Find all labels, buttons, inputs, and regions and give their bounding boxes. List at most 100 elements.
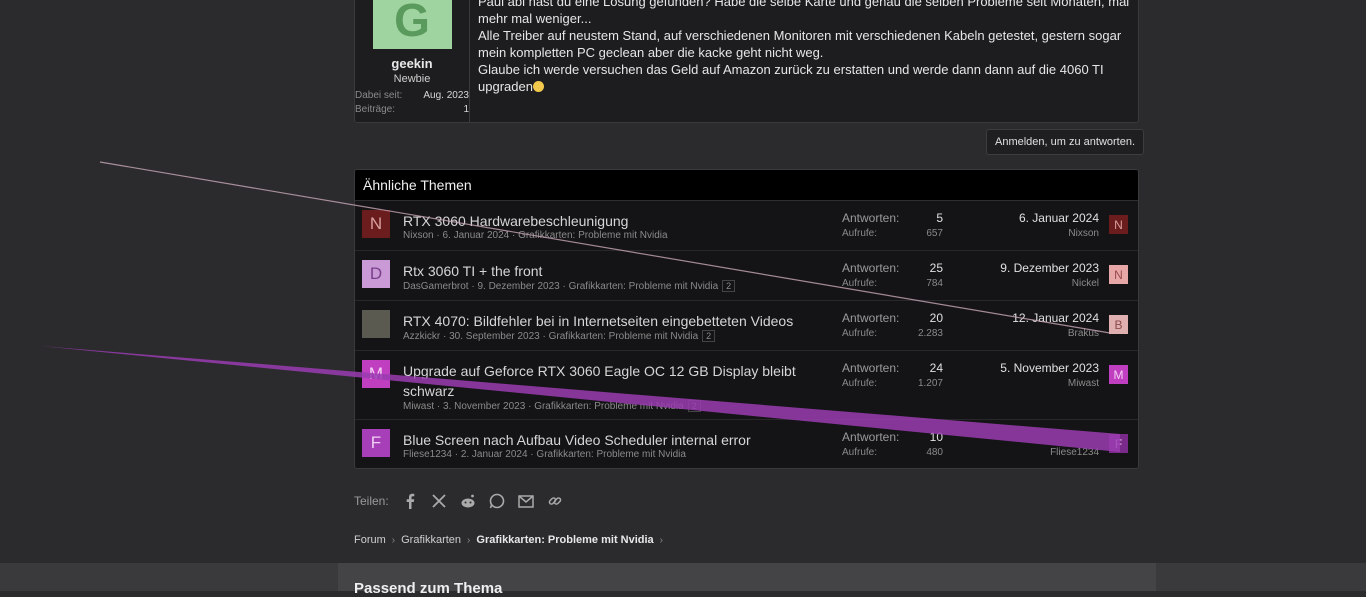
answers-count: 25 [929,261,943,275]
user-name[interactable]: geekin [391,56,432,71]
login-to-reply-button[interactable]: Anmelden, um zu antworten. [986,129,1145,155]
thread-avatar[interactable]: M [362,360,390,388]
stat-key: Dabei seit: [355,90,403,101]
last-post-avatar[interactable]: F [1109,434,1128,453]
post-line: Paul abi hast du eine Lösung gefunden? H… [478,0,1130,26]
x-icon[interactable] [430,492,448,510]
answers-count: 24 [929,361,943,375]
thread-date[interactable]: 6. Januar 2024 [442,230,509,241]
breadcrumb-item[interactable]: Forum [354,534,386,546]
thread-date[interactable]: 30. September 2023 [449,331,540,342]
answers-label: Antworten: [842,361,900,375]
share-label: Teilen: [354,494,389,508]
thread-author[interactable]: Azzkickr [403,331,440,342]
thread-meta: DasGamerbrot · 9. Dezember 2023 · Grafik… [403,280,736,292]
thread-forum[interactable]: Grafikkarten: Probleme mit Nvidia [518,230,668,241]
thread-page-link[interactable]: 2 [722,280,736,292]
facebook-icon[interactable] [401,492,419,510]
last-post-avatar[interactable]: N [1109,265,1128,284]
post-line: Glaube ich werde versuchen das Geld auf … [478,61,1130,95]
thread-avatar[interactable]: F [362,429,390,457]
breadcrumb-item[interactable]: Grafikkarten [401,534,461,546]
views-label: Aufrufe: [842,447,878,458]
last-post-avatar[interactable]: M [1109,365,1128,384]
answers-label: Antworten: [842,211,900,225]
thread-meta: Nixson · 6. Januar 2024 · Grafikkarten: … [403,230,668,241]
thread-row[interactable]: F Blue Screen nach Aufbau Video Schedule… [355,420,1138,468]
post-user-info: G geekin Newbie Dabei seit: Aug. 2023 Bei… [355,0,470,122]
thread-author[interactable]: DasGamerbrot [403,281,469,292]
views-label: Aufrufe: [842,328,878,339]
thread-page-link[interactable]: 2 [702,330,716,342]
thread-title[interactable]: RTX 4070: Bildfehler bei in Internetseit… [403,311,803,331]
user-avatar[interactable]: G [372,0,452,49]
thread-title[interactable]: RTX 3060 Hardwarebeschleunigung [403,211,803,231]
last-post-user[interactable]: Miwast [1068,378,1099,389]
last-post-date[interactable]: 5. November 2023 [1000,361,1099,375]
answers-label: Antworten: [842,430,900,444]
thread-date[interactable]: 3. November 2023 [443,401,525,412]
chevron-right-icon: › [391,534,396,546]
thread-row[interactable]: D Rtx 3060 TI + the front DasGamerbrot ·… [355,251,1138,301]
thread-date[interactable]: 2. Januar 2024 [461,449,528,460]
thread-author[interactable]: Nixson [403,230,434,241]
thread-author[interactable]: Fliese1234 [403,449,452,460]
link-icon[interactable] [546,492,564,510]
thread-meta: Miwast · 3. November 2023 · Grafikkarten… [403,400,701,412]
thread-forum[interactable]: Grafikkarten: Probleme mit Nvidia [536,449,686,460]
thread-title[interactable]: Rtx 3060 TI + the front [403,261,803,281]
views-label: Aufrufe: [842,228,878,239]
post-message: G geekin Newbie Dabei seit: Aug. 2023 Bei… [354,0,1139,123]
thread-avatar[interactable] [362,310,390,338]
views-count: 784 [926,278,943,289]
answers-count: 20 [929,311,943,325]
last-post-date[interactable]: 6. Januar 2024 [1019,211,1099,225]
chevron-right-icon: › [467,534,471,546]
thread-row[interactable]: RTX 4070: Bildfehler bei in Internetseit… [355,301,1138,351]
last-post-user[interactable]: Fliese1234 [1050,447,1099,458]
post-line: Alle Treiber auf neustem Stand, auf vers… [478,28,1122,60]
similar-threads-title: Ähnliche Themen [355,170,1138,201]
stat-value: 1 [463,104,469,115]
thread-forum[interactable]: Grafikkarten: Probleme mit Nvidia [549,331,699,342]
user-stats: Dabei seit: Aug. 2023 Beiträge: 1 [355,90,469,118]
post-body: Paul abi hast du eine Lösung gefunden? H… [470,0,1138,122]
thread-row[interactable]: N RTX 3060 Hardwarebeschleunigung Nixson… [355,201,1138,251]
last-post-user[interactable]: Brakus [1068,328,1099,339]
last-post-user[interactable]: Nickel [1072,278,1099,289]
related-section-title: Passend zum Thema [354,580,503,597]
thread-date[interactable]: 9. Dezember 2023 [477,281,559,292]
last-post-date[interactable]: 12. Januar 2024 [1012,311,1099,325]
thread-meta: Azzkickr · 30. September 2023 · Grafikka… [403,330,716,342]
thread-author[interactable]: Miwast [403,401,434,412]
stat-key: Beiträge: [355,104,396,115]
thread-row[interactable]: M Upgrade auf Geforce RTX 3060 Eagle OC … [355,351,1138,420]
reddit-icon[interactable] [459,492,477,510]
chevron-right-icon: › [659,534,664,546]
thread-page-link[interactable]: 2 [687,400,701,412]
views-label: Aufrufe: [842,278,878,289]
last-post-avatar[interactable]: N [1109,215,1128,234]
thread-avatar[interactable]: D [362,260,390,288]
views-count: 1.207 [917,378,943,389]
thread-title[interactable]: Blue Screen nach Aufbau Video Scheduler … [403,430,803,450]
thread-forum[interactable]: Grafikkarten: Probleme mit Nvidia [534,401,684,412]
thread-forum[interactable]: Grafikkarten: Probleme mit Nvidia [569,281,719,292]
stat-value: Aug. 2023 [423,90,469,101]
thread-avatar[interactable]: N [362,210,390,238]
breadcrumb-item-current[interactable]: Grafikkarten: Probleme mit Nvidia [476,534,653,546]
answers-count: 5 [936,211,943,225]
whatsapp-icon[interactable] [488,492,506,510]
breadcrumb: Forum › Grafikkarten › Grafikkarten: Pro… [354,534,669,546]
thread-title[interactable]: Upgrade auf Geforce RTX 3060 Eagle OC 12… [403,361,803,401]
views-count: 657 [926,228,943,239]
last-post-avatar[interactable]: B [1109,315,1128,334]
last-post-user[interactable]: Nixson [1068,228,1099,239]
views-count: 480 [926,447,943,458]
views-count: 2.283 [917,328,943,339]
answers-count: 10 [929,430,943,444]
answers-label: Antworten: [842,261,900,275]
last-post-date[interactable]: 9. Dezember 2023 [1000,261,1099,275]
email-icon[interactable] [517,492,535,510]
thread-meta: Fliese1234 · 2. Januar 2024 · Grafikkart… [403,449,686,460]
